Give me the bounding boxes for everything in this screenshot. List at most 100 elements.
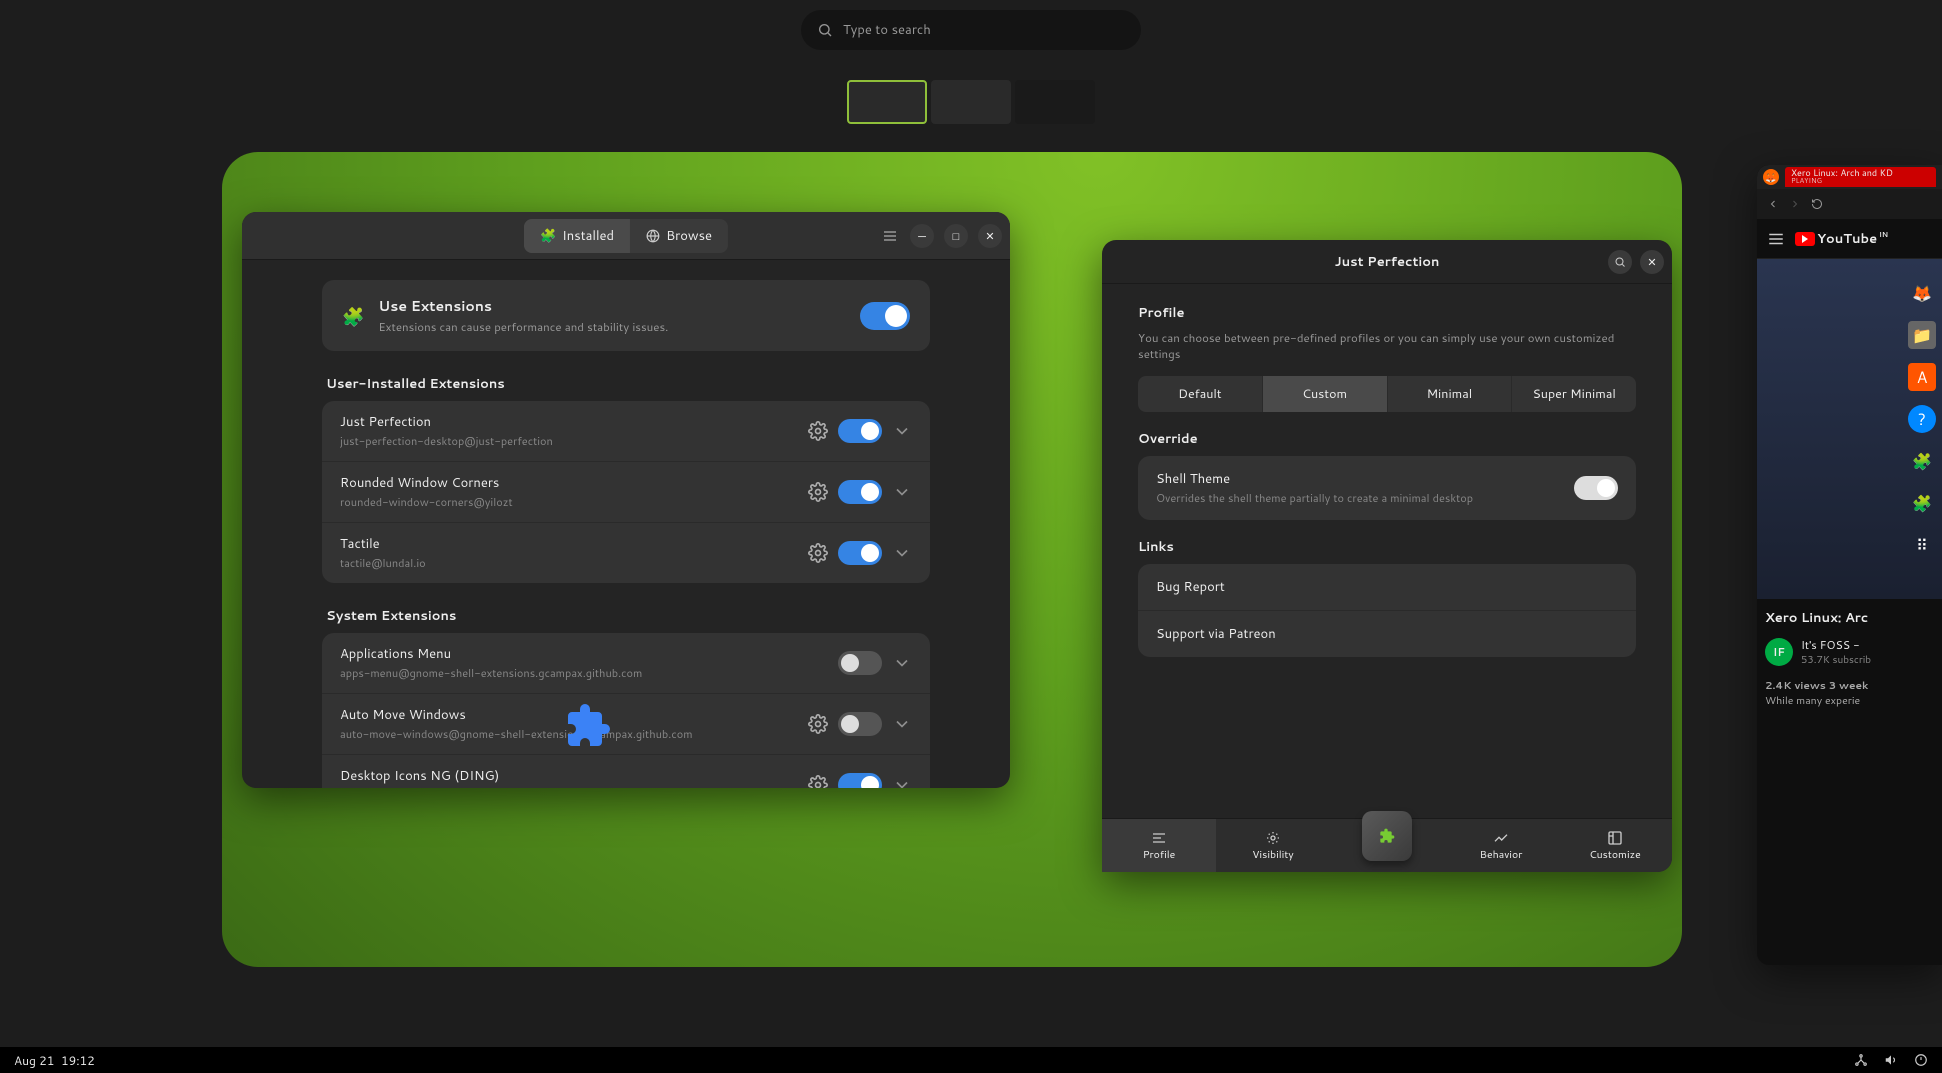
settings-icon[interactable] — [808, 482, 828, 502]
tab-installed[interactable]: 🧩 Installed — [524, 219, 630, 253]
chevron-down-icon[interactable] — [892, 775, 912, 788]
jp-bottom-nav: ProfileVisibility BehaviorCustomize — [1102, 818, 1672, 872]
chevron-down-icon[interactable] — [892, 653, 912, 673]
system-extensions-heading: System Extensions — [326, 607, 930, 625]
extension-toggle[interactable] — [838, 773, 882, 788]
dock-apps: ⠿ — [1908, 531, 1936, 559]
puzzle-icon — [1379, 828, 1395, 844]
extension-toggle[interactable] — [838, 480, 882, 504]
chevron-down-icon[interactable] — [892, 714, 912, 734]
jp-nav-customize[interactable]: Customize — [1558, 819, 1672, 872]
shell-theme-title: Shell Theme — [1156, 470, 1574, 488]
extension-toggle[interactable] — [838, 651, 882, 675]
use-extensions-subtitle: Extensions can cause performance and sta… — [378, 318, 846, 335]
extensions-window[interactable]: 🧩 Installed Browse ─ □ ✕ — [242, 212, 1010, 788]
profile-option-custom[interactable]: Custom — [1262, 376, 1387, 412]
workspace-thumb-2[interactable] — [931, 80, 1011, 124]
use-extensions-row: 🧩 Use Extensions Extensions can cause pe… — [322, 280, 930, 351]
browser-tab[interactable]: Xero Linux: Arch and KD PLAYING — [1785, 167, 1936, 187]
extension-toggle[interactable] — [838, 419, 882, 443]
extension-name: Tactile — [340, 535, 798, 553]
jp-close-button[interactable]: ✕ — [1640, 250, 1664, 274]
extension-id: ding@rastersoft.com — [340, 787, 798, 788]
back-icon[interactable] — [1767, 198, 1779, 210]
settings-icon[interactable] — [808, 543, 828, 563]
extension-name: Just Perfection — [340, 413, 798, 431]
settings-icon[interactable] — [808, 714, 828, 734]
channel-avatar[interactable]: IF — [1765, 638, 1793, 666]
extensions-headerbar: 🧩 Installed Browse ─ □ ✕ — [242, 212, 1010, 260]
network-icon[interactable] — [1854, 1053, 1868, 1067]
extensions-body: 🧩 Use Extensions Extensions can cause pe… — [242, 260, 1010, 788]
video-metadata: Xero Linux: Arc IF It's FOSS - 53.7K sub… — [1757, 599, 1942, 718]
use-extensions-toggle[interactable] — [860, 302, 910, 330]
jp-nav-profile[interactable]: Profile — [1102, 819, 1216, 872]
channel-name[interactable]: It's FOSS - — [1801, 637, 1871, 653]
globe-icon — [646, 229, 660, 243]
video-desc: While many experie — [1765, 694, 1860, 708]
links-heading: Links — [1138, 538, 1636, 556]
system-extensions-list: Applications Menu apps-menu@gnome-shell-… — [322, 633, 930, 788]
link-row[interactable]: Support via Patreon — [1138, 610, 1636, 657]
power-icon[interactable] — [1914, 1053, 1928, 1067]
volume-icon[interactable] — [1884, 1053, 1898, 1067]
extension-row: Applications Menu apps-menu@gnome-shell-… — [322, 633, 930, 693]
firefox-icon: 🦊 — [1763, 169, 1779, 185]
just-perfection-window[interactable]: Just Perfection ✕ Profile You can choose… — [1102, 240, 1672, 872]
jp-nav-visibility[interactable]: Visibility — [1216, 819, 1330, 872]
chevron-down-icon[interactable] — [892, 421, 912, 441]
jp-search-button[interactable] — [1608, 250, 1632, 274]
hamburger-icon[interactable] — [1767, 230, 1785, 248]
chevron-down-icon[interactable] — [892, 482, 912, 502]
profile-option-super minimal[interactable]: Super Minimal — [1511, 376, 1636, 412]
reload-icon[interactable] — [1811, 198, 1823, 210]
taskbar: Aug 21 19:12 — [0, 1047, 1942, 1073]
extension-toggle[interactable] — [838, 712, 882, 736]
dock-firefox: 🦊 — [1908, 279, 1936, 307]
puzzle-icon: 🧩 — [342, 303, 364, 329]
extension-row: Desktop Icons NG (DING) ding@rastersoft.… — [322, 754, 930, 788]
app-icon-extensions[interactable] — [560, 698, 616, 754]
chevron-down-icon[interactable] — [892, 543, 912, 563]
search-icon — [1614, 256, 1626, 268]
override-heading: Override — [1138, 430, 1636, 448]
video-player[interactable]: 🦊 📁 A ? 🧩 🧩 ⠿ — [1757, 259, 1942, 599]
maximize-button[interactable]: □ — [944, 224, 968, 248]
dock-software: A — [1908, 363, 1936, 391]
profile-desc: You can choose between pre-defined profi… — [1138, 330, 1636, 362]
tab-browse[interactable]: Browse — [630, 219, 728, 253]
browser-window[interactable]: 🦊 Xero Linux: Arch and KD PLAYING YouTub… — [1757, 165, 1942, 965]
extension-id: just-perfection-desktop@just-perfection — [340, 433, 798, 449]
minimize-button[interactable]: ─ — [910, 224, 934, 248]
forward-icon[interactable] — [1789, 198, 1801, 210]
workspace-preview[interactable]: 🧩 Installed Browse ─ □ ✕ — [222, 152, 1682, 967]
shell-theme-toggle[interactable] — [1574, 476, 1618, 500]
browser-toolbar — [1757, 189, 1942, 219]
jp-title: Just Perfection — [1335, 253, 1440, 271]
youtube-play-icon — [1795, 232, 1815, 246]
profile-option-minimal[interactable]: Minimal — [1387, 376, 1512, 412]
extensions-view-switcher: 🧩 Installed Browse — [524, 219, 728, 253]
puzzle-icon — [564, 702, 612, 750]
workspace-thumb-new[interactable] — [1015, 80, 1095, 124]
extension-id: rounded-window-corners@yilozt — [340, 494, 798, 510]
profile-option-default[interactable]: Default — [1138, 376, 1262, 412]
workspace-thumb-1[interactable] — [847, 80, 927, 124]
dock-help: ? — [1908, 405, 1936, 433]
extension-toggle[interactable] — [838, 541, 882, 565]
link-row[interactable]: Bug Report — [1138, 564, 1636, 610]
settings-icon[interactable] — [808, 775, 828, 788]
taskbar-clock[interactable]: Aug 21 19:12 — [14, 1052, 95, 1069]
extension-row: Rounded Window Corners rounded-window-co… — [322, 461, 930, 522]
user-extensions-list: Just Perfection just-perfection-desktop@… — [322, 401, 930, 583]
jp-nav-behavior[interactable]: Behavior — [1444, 819, 1558, 872]
close-button[interactable]: ✕ — [978, 224, 1002, 248]
search-bar[interactable]: Type to search — [801, 10, 1141, 50]
youtube-logo[interactable]: YouTube IN — [1795, 230, 1888, 248]
browser-titlebar: 🦊 Xero Linux: Arch and KD PLAYING — [1757, 165, 1942, 189]
extension-row: Tactile tactile@lundal.io — [322, 522, 930, 583]
menu-button[interactable] — [878, 224, 902, 248]
channel-row: IF It's FOSS - 53.7K subscrib — [1765, 637, 1934, 667]
settings-icon[interactable] — [808, 421, 828, 441]
jp-nav-center[interactable] — [1330, 819, 1444, 872]
